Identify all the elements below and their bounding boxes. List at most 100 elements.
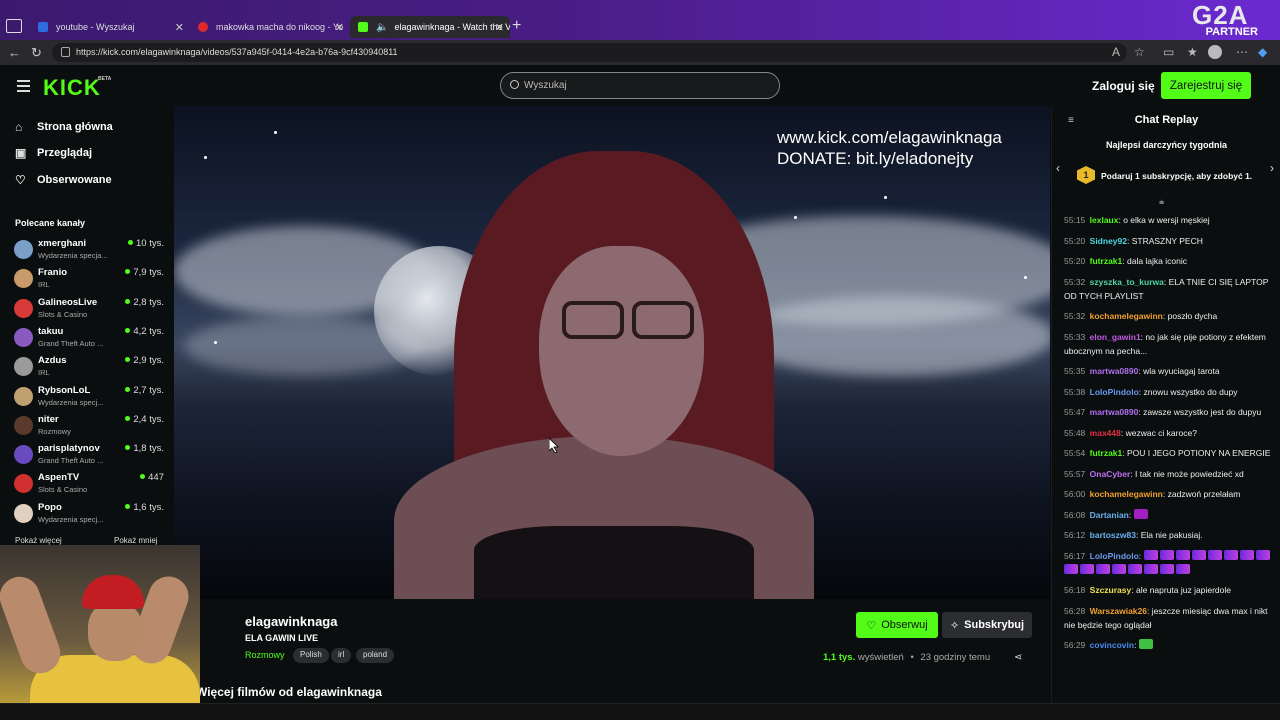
profile-avatar[interactable] bbox=[1208, 45, 1222, 59]
sidebar-channel-item[interactable]: niter Rozmowy 2,4 tys. bbox=[14, 414, 164, 442]
message-username[interactable]: LoloPindolo bbox=[1090, 551, 1139, 561]
message-text: ale napruta juz japierdole bbox=[1135, 585, 1231, 595]
message-username[interactable]: futrzak1 bbox=[1090, 448, 1123, 458]
channel-name: Popo bbox=[38, 501, 62, 513]
channel-name: Franio bbox=[38, 267, 68, 279]
views-label: wyświetleń bbox=[857, 652, 904, 663]
login-button[interactable]: Zaloguj się bbox=[1092, 79, 1155, 93]
channel-category: Rozmowy bbox=[38, 426, 71, 436]
live-dot-icon bbox=[125, 298, 131, 304]
emote-icon bbox=[1160, 563, 1174, 574]
register-button[interactable]: Zarejestruj się bbox=[1161, 72, 1251, 99]
window-menu-icon[interactable] bbox=[6, 19, 22, 33]
message-username[interactable]: futrzak1 bbox=[1090, 256, 1123, 266]
message-username[interactable]: Warszawiak26 bbox=[1090, 606, 1147, 616]
url-field[interactable]: https://kick.com/elagawinknaga/videos/53… bbox=[52, 43, 1127, 62]
message-username[interactable]: kochamelegawinn bbox=[1090, 489, 1163, 499]
pinned-icon[interactable]: ⩧ bbox=[1159, 197, 1164, 208]
subscribe-button[interactable]: ✧ Subskrybuj bbox=[942, 612, 1032, 638]
message-username[interactable]: Dartanian bbox=[1090, 510, 1129, 520]
tag[interactable]: irl bbox=[331, 648, 352, 663]
sidebar-channel-item[interactable]: RybsonLoL Wydarzenia specj... 2,7 tys. bbox=[14, 385, 164, 413]
tab-youtube[interactable]: youtube - Wyszukaj ✕ bbox=[30, 16, 190, 38]
message-username[interactable]: covincovin bbox=[1090, 640, 1134, 650]
message-text: zadzwoń przelałam bbox=[1167, 489, 1241, 499]
follow-button[interactable]: ♡ Obserwuj bbox=[856, 612, 938, 638]
tab-makowka[interactable]: makowka macha do nikoog - Yo ✕ bbox=[190, 16, 350, 38]
message-username[interactable]: bartoszw83 bbox=[1090, 530, 1136, 540]
avatar bbox=[14, 269, 33, 289]
channel-name: GalineosLive bbox=[38, 296, 98, 308]
tab-kick-active[interactable]: 🔈 elagawinknaga - Watch the V ✕ bbox=[350, 16, 510, 38]
sidebar-channel-item[interactable]: Popo Wydarzenia specj... 1,6 tys. bbox=[14, 502, 164, 530]
overlay-donate: DONATE: bit.ly/eladonejty bbox=[777, 149, 974, 168]
audio-playing-icon[interactable]: 🔈 bbox=[376, 22, 388, 33]
search-input[interactable]: Wyszukaj bbox=[500, 72, 780, 99]
category-link[interactable]: Rozmowy bbox=[245, 650, 285, 660]
live-dot-icon bbox=[140, 474, 146, 480]
message-time: 56:12 bbox=[1064, 530, 1086, 540]
tag[interactable]: Polish bbox=[293, 648, 329, 663]
channel-name[interactable]: elagawinknaga bbox=[245, 614, 337, 629]
new-tab-button[interactable]: + bbox=[512, 17, 521, 35]
message-username[interactable]: kochamelegawinn bbox=[1090, 311, 1163, 321]
chat-message: 56:12 bartoszw83: Ela nie pakusiaj. bbox=[1064, 530, 1203, 540]
close-tab-icon[interactable]: ✕ bbox=[335, 21, 344, 34]
kick-logo[interactable]: KICK bbox=[43, 75, 101, 101]
show-more-link[interactable]: Pokaż więcej bbox=[15, 536, 62, 545]
live-dot-icon bbox=[128, 240, 133, 245]
chat-messages: 55:15 lexlaux: o elka w wersji męskiej 55… bbox=[1064, 213, 1274, 659]
menu-icon[interactable] bbox=[17, 80, 30, 92]
show-less-link[interactable]: Pokaż mniej bbox=[114, 536, 158, 545]
sidebar-channel-item[interactable]: AspenTV Slots & Casino 447 bbox=[14, 472, 164, 500]
sidebar-channel-item[interactable]: Azdus IRL 2,9 tys. bbox=[14, 355, 164, 383]
favorites-icon[interactable]: ★ bbox=[1187, 45, 1198, 59]
message-username[interactable]: Sidney92 bbox=[1090, 236, 1127, 246]
share-icon[interactable]: ⋖ bbox=[1014, 652, 1022, 663]
webcam-overlay bbox=[0, 545, 200, 703]
sidebar-channel-item[interactable]: Franio IRL 7,9 tys. bbox=[14, 267, 164, 295]
emote-icon bbox=[1176, 563, 1190, 574]
viewer-count: 2,7 tys. bbox=[125, 385, 164, 396]
split-screen-icon[interactable]: ▭ bbox=[1163, 45, 1174, 59]
chevron-left-icon[interactable]: ‹ bbox=[1056, 161, 1060, 175]
message-username[interactable]: max448 bbox=[1090, 428, 1121, 438]
channel-category: IRL bbox=[38, 368, 50, 378]
message-username[interactable]: elon_gawin1 bbox=[1090, 332, 1141, 342]
tag[interactable]: poland bbox=[356, 648, 395, 663]
read-aloud-icon[interactable]: A bbox=[1112, 45, 1120, 59]
favorite-star-icon[interactable]: ☆ bbox=[1134, 45, 1145, 59]
gift-promo-text[interactable]: Podaruj 1 subskrypcję, aby zdobyć 1. bbox=[1101, 171, 1252, 181]
close-tab-icon[interactable]: ✕ bbox=[175, 21, 184, 34]
sidebar-channel-item[interactable]: parisplatynov Grand Theft Auto ... 1,8 tys… bbox=[14, 443, 164, 471]
sidebar-channel-item[interactable]: GalineosLive Slots & Casino 2,8 tys. bbox=[14, 297, 164, 325]
message-username[interactable]: martwa0890 bbox=[1090, 407, 1139, 417]
nav-home[interactable]: ⌂ Strona główna bbox=[15, 121, 113, 133]
gifter-badge: 1 bbox=[1077, 166, 1095, 184]
message-username[interactable]: szyszka_to_kurwa bbox=[1090, 277, 1164, 287]
chat-message: 56:18 Szczurasy: ale napruta juz japierd… bbox=[1064, 585, 1231, 595]
message-username[interactable]: Szczurasy bbox=[1090, 585, 1132, 595]
more-menu-icon[interactable]: ⋯ bbox=[1236, 45, 1248, 59]
chat-title: Chat Replay bbox=[1134, 114, 1199, 126]
message-username[interactable]: LoloPindolo bbox=[1090, 387, 1139, 397]
channel-category: Wydarzenia specj... bbox=[38, 514, 104, 524]
chevron-right-icon[interactable]: › bbox=[1270, 161, 1274, 175]
video-player[interactable]: www.kick.com/elagawinknaga DONATE: bit.l… bbox=[174, 106, 1050, 599]
nav-following[interactable]: ♡ Obserwowane bbox=[15, 174, 112, 186]
refresh-icon[interactable]: ↻ bbox=[31, 45, 42, 61]
sidebar-channel-item[interactable]: takuu Grand Theft Auto ... 4,2 tys. bbox=[14, 326, 164, 354]
message-username[interactable]: OnaCyber bbox=[1090, 469, 1131, 479]
message-username[interactable]: lexlaux bbox=[1090, 215, 1119, 225]
nav-browse[interactable]: ▣ Przeglądaj bbox=[15, 147, 92, 159]
stream-overlay-text: www.kick.com/elagawinknaga DONATE: bit.l… bbox=[777, 127, 1002, 169]
emote-icon bbox=[1080, 563, 1094, 574]
youtube-favicon-icon bbox=[198, 22, 208, 32]
message-username[interactable]: martwa0890 bbox=[1090, 366, 1139, 376]
nav-label: Strona główna bbox=[37, 121, 113, 133]
copilot-icon[interactable]: ◆ bbox=[1258, 45, 1267, 59]
close-tab-icon[interactable]: ✕ bbox=[495, 21, 504, 34]
back-arrow-icon[interactable]: ← bbox=[8, 45, 21, 60]
message-time: 55:35 bbox=[1064, 366, 1086, 376]
sidebar-channel-item[interactable]: xmerghani Wydarzenia specja... 10 tys. bbox=[14, 238, 164, 266]
